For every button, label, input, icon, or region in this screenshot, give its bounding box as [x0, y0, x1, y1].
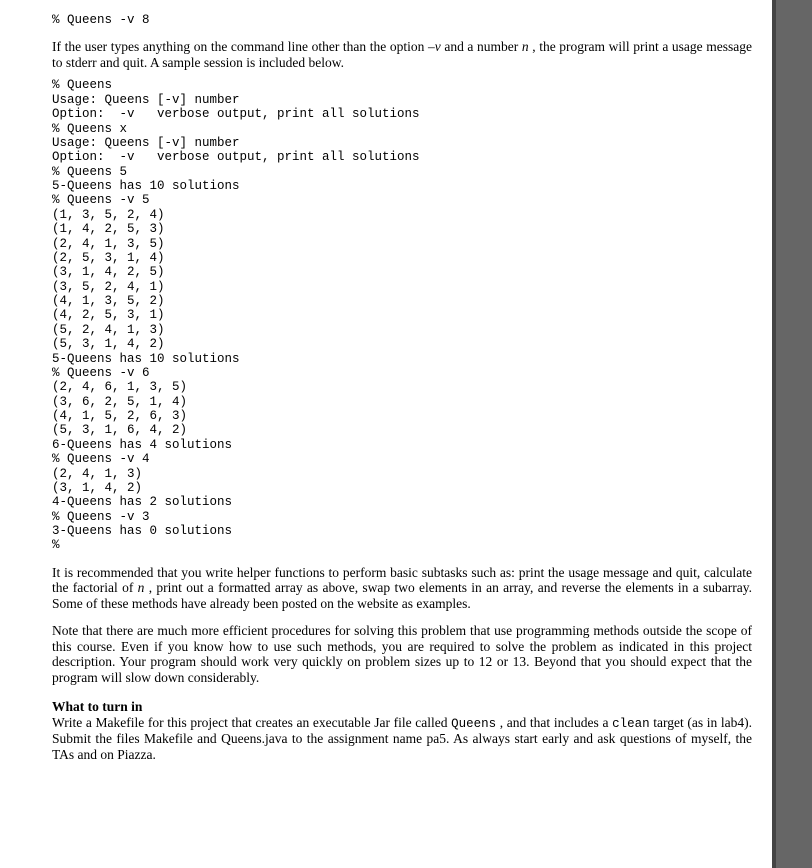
- paragraph-helper: It is recommended that you write helper …: [52, 565, 752, 612]
- paragraph-usage-intro: If the user types anything on the comman…: [52, 39, 752, 70]
- paragraph-efficiency: Note that there are much more efficient …: [52, 623, 752, 685]
- heading-what-to-turn-in: What to turn in: [52, 699, 752, 715]
- para1-flag: –v: [428, 39, 441, 54]
- code-clean: clean: [612, 717, 650, 731]
- para4-text2: , and that includes a: [500, 715, 612, 730]
- para1-text1: If the user types anything on the comman…: [52, 39, 428, 54]
- para2-n: n: [138, 580, 145, 595]
- para3-text: Note that there are much more efficient …: [52, 623, 752, 685]
- para1-text2: and a number: [444, 39, 522, 54]
- code-block-intro: % Queens -v 8: [52, 13, 752, 27]
- paragraph-turn-in: Write a Makefile for this project that c…: [52, 715, 752, 762]
- code-queens: Queens: [451, 717, 496, 731]
- para4-text1: Write a Makefile for this project that c…: [52, 715, 451, 730]
- para1-n: n: [522, 39, 529, 54]
- code-block-session: % Queens Usage: Queens [-v] number Optio…: [52, 78, 752, 552]
- para2-text2: , print out a formatted array as above, …: [52, 580, 752, 611]
